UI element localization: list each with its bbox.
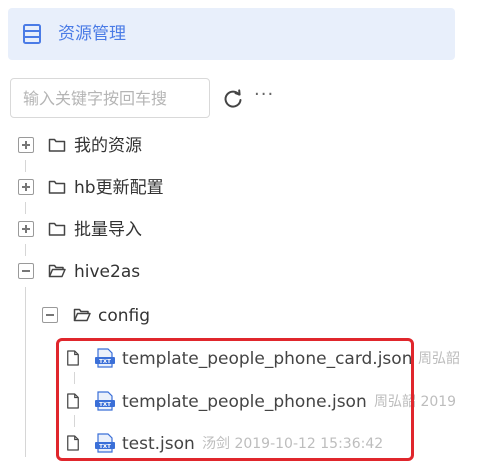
expand-toggle[interactable] — [18, 137, 34, 153]
expand-toggle[interactable] — [18, 221, 34, 237]
folder-icon — [48, 138, 66, 152]
folder-icon — [48, 222, 66, 236]
file-row[interactable]: TXT template_people_phone.json 周弘韶 2019 — [0, 387, 468, 417]
folder-open-icon — [48, 264, 66, 278]
expand-toggle[interactable] — [18, 179, 34, 195]
tree-node-label: config — [98, 306, 151, 326]
file-meta: 周弘韶 2019 — [374, 394, 457, 410]
svg-text:TXT: TXT — [99, 402, 111, 408]
search-input[interactable] — [10, 78, 210, 118]
collapse-toggle[interactable] — [18, 263, 34, 279]
tree-node-hb-config[interactable]: hb更新配置 — [0, 173, 480, 203]
file-row[interactable]: TXT template_people_phone_card.json 周弘韶 — [0, 344, 468, 374]
file-row[interactable]: TXT test.json 汤剑 2019-10-12 15:36:42 — [0, 429, 468, 459]
svg-text:TXT: TXT — [99, 359, 111, 365]
tree-node-label: hive2as — [74, 262, 141, 282]
tree-node-label: hb更新配置 — [74, 178, 164, 198]
file-name: test.json — [122, 434, 195, 454]
tree-node-config[interactable]: config — [0, 301, 480, 331]
folder-icon — [48, 180, 66, 194]
collapse-toggle[interactable] — [42, 307, 58, 323]
svg-text:TXT: TXT — [99, 444, 111, 450]
tree-node-hive2as[interactable]: hive2as — [0, 257, 480, 287]
folder-open-icon — [73, 308, 91, 322]
tree-connector — [25, 202, 26, 214]
file-meta: 汤剑 2019-10-12 15:36:42 — [202, 436, 384, 452]
tree-node-my-resources[interactable]: 我的资源 — [0, 131, 480, 161]
panel-header: 资源管理 — [8, 8, 455, 60]
txt-file-icon: TXT — [95, 433, 115, 453]
file-name: template_people_phone_card.json — [122, 349, 413, 369]
file-meta: 周弘韶 — [418, 351, 460, 367]
file-icon — [67, 393, 79, 409]
file-name: template_people_phone.json — [122, 392, 367, 412]
tree-node-batch-import[interactable]: 批量导入 — [0, 215, 480, 245]
tree-connector — [25, 244, 26, 256]
tree-node-label: 批量导入 — [74, 220, 142, 240]
refresh-icon[interactable] — [222, 88, 244, 110]
file-icon — [67, 350, 79, 366]
file-icon — [67, 435, 79, 451]
panel-title: 资源管理 — [58, 24, 126, 44]
resource-manager-panel: 资源管理 ··· 我的资源 hb更新配置 批量导入 — [0, 0, 487, 465]
txt-file-icon: TXT — [95, 348, 115, 368]
more-options-button[interactable]: ··· — [254, 85, 274, 105]
tree-connector — [25, 160, 26, 172]
txt-file-icon: TXT — [95, 391, 115, 411]
menu-list-icon — [23, 24, 41, 44]
tree-node-label: 我的资源 — [74, 136, 142, 156]
